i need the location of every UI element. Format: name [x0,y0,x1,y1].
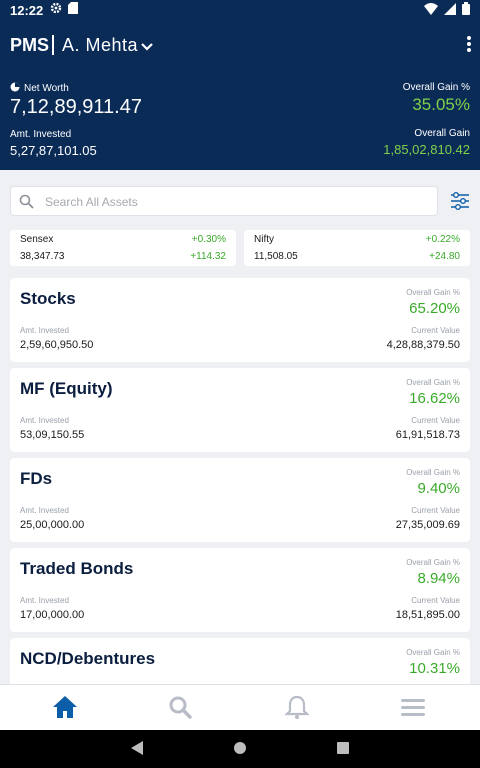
pie-chart-icon [10,82,20,95]
asset-invested-value: 53,09,150.55 [20,429,85,441]
system-nav-bar [0,730,480,768]
asset-current-value: 4,28,88,379.50 [386,339,460,351]
home-icon[interactable] [52,695,80,721]
asset-gain-value: 65.20% [409,300,460,317]
asset-gain-label: Overall Gain % [406,648,460,657]
net-worth-value: 7,12,89,911.47 [10,96,142,118]
amt-invested-value: 5,27,87,101.05 [10,143,97,158]
index-change-pct: +0.30% [191,234,226,245]
index-change-pct: +0.22% [425,234,460,245]
asset-title: Stocks [20,289,76,308]
asset-title: MF (Equity) [20,379,113,398]
asset-current-label: Current Value [411,506,460,515]
asset-invested-value: 25,00,000.00 [20,519,85,531]
asset-invested-label: Amt. Invested [20,416,69,425]
bell-icon[interactable] [284,695,312,721]
portfolio-summary: Net Worth 7,12,89,911.47 Overall Gain % … [0,70,480,170]
asset-current-value: 18,51,895.00 [395,609,460,621]
asset-current-label: Current Value [411,416,460,425]
asset-gain-label: Overall Gain % [406,558,460,567]
asset-current-label: Current Value [411,596,460,605]
asset-title: Traded Bonds [20,559,134,578]
asset-gain-value: 9.40% [417,480,460,497]
asset-gain-label: Overall Gain % [406,288,460,297]
more-options-icon[interactable] [466,34,472,59]
asset-current-label: Current Value [411,326,460,335]
index-value: 11,508.05 [254,251,298,262]
overall-gain-value: 1,85,02,810.42 [383,142,470,157]
overall-gain-label: Overall Gain [414,128,470,139]
filter-icon[interactable] [450,192,470,215]
index-value: 38,347.73 [20,251,65,262]
app-brand: PMS [10,35,50,55]
asset-current-value: 61,91,518.73 [395,429,460,441]
search-icon[interactable] [168,695,196,721]
recents-icon[interactable] [336,740,350,761]
brand-divider [52,35,54,55]
asset-title: FDs [20,469,53,488]
signal-icon [444,2,456,18]
overall-gain-pct-value: 35.05% [412,95,470,114]
index-change: +24.80 [429,251,460,262]
battery-icon [462,2,470,18]
asset-gain-label: Overall Gain % [406,468,460,477]
asset-invested-label: Amt. Invested [20,506,69,515]
amt-invested-label: Amt. Invested [10,129,72,140]
asset-card-traded-bonds[interactable]: Traded Bonds Overall Gain % 8.94% Amt. I… [10,548,470,632]
net-worth-label: Net Worth [24,83,69,94]
app-bar: PMS A. Mehta [0,22,480,70]
asset-invested-label: Amt. Invested [20,326,69,335]
home-button-icon[interactable] [233,740,247,761]
status-time: 12:22 [10,3,44,18]
overall-gain-pct-label: Overall Gain % [402,82,470,93]
index-card-nifty[interactable]: Nifty +0.22% 11,508.05 +24.80 [244,230,470,266]
asset-invested-label: Amt. Invested [20,596,69,605]
asset-card-ncd-debentures[interactable]: NCD/Debentures Overall Gain % 10.31% [10,638,470,684]
search-bar[interactable] [10,186,438,216]
asset-gain-value: 10.31% [409,660,460,677]
status-bar: 12:22 [0,0,480,22]
asset-invested-value: 17,00,000.00 [20,609,85,621]
index-name: Nifty [254,234,274,245]
asset-title: NCD/Debentures [20,649,156,668]
menu-icon[interactable] [400,695,428,721]
asset-card-fds[interactable]: FDs Overall Gain % 9.40% Amt. Invested 2… [10,458,470,542]
asset-gain-label: Overall Gain % [406,378,460,387]
asset-card-stocks[interactable]: Stocks Overall Gain % 65.20% Amt. Invest… [10,278,470,362]
settings-icon [50,2,62,17]
wifi-icon [424,2,438,18]
net-worth-label-row: Net Worth [10,82,69,95]
index-name: Sensex [20,234,54,245]
asset-gain-value: 16.62% [409,390,460,407]
index-change: +114.32 [190,251,226,262]
chevron-down-icon[interactable] [140,39,154,57]
sd-card-icon [68,2,78,17]
search-icon [19,194,34,214]
asset-card-mf-equity[interactable]: MF (Equity) Overall Gain % 16.62% Amt. I… [10,368,470,452]
index-card-sensex[interactable]: Sensex +0.30% 38,347.73 +114.32 [10,230,236,266]
user-selector[interactable]: A. Mehta [62,35,138,56]
asset-gain-value: 8.94% [417,570,460,587]
search-input[interactable] [45,191,425,213]
asset-current-value: 27,35,009.69 [395,519,460,531]
bottom-nav [0,684,480,730]
back-icon[interactable] [130,740,144,761]
asset-invested-value: 2,59,60,950.50 [20,339,94,351]
